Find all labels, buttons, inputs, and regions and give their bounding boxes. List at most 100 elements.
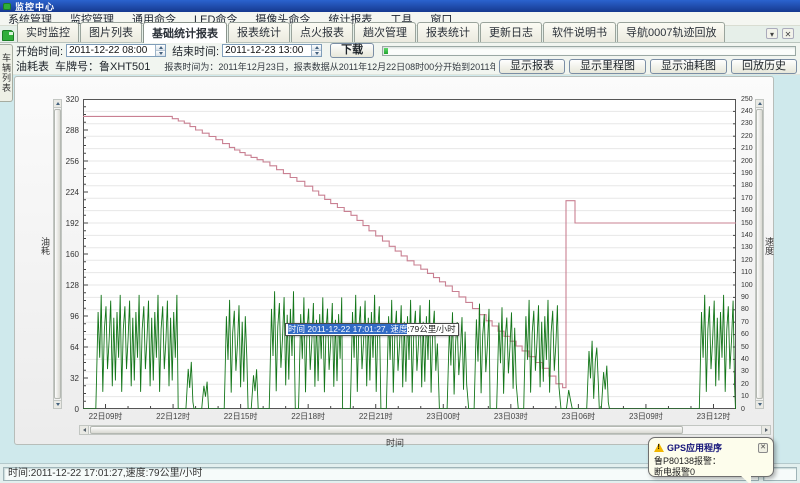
left-tick-label: 96 xyxy=(70,312,79,321)
tab-close-button[interactable]: ✕ xyxy=(782,28,794,39)
right-tick-label: 250 xyxy=(741,96,753,103)
tab-8[interactable]: 软件说明书 xyxy=(543,22,616,42)
left-tick-label: 192 xyxy=(66,219,79,228)
status-text: 时间:2011-12-22 17:01:27,速度:79公里/小时 xyxy=(3,467,759,481)
alarm-line-1: 鲁P80138报警： xyxy=(654,456,768,467)
left-tick-label: 224 xyxy=(66,188,79,197)
tab-7[interactable]: 更新日志 xyxy=(480,22,542,42)
x-tick-label: 23日03时 xyxy=(494,411,528,422)
report-button-3[interactable]: 回放历史 xyxy=(731,59,797,74)
right-tick-label: 150 xyxy=(741,220,753,227)
tab-6[interactable]: 报表统计 xyxy=(417,22,479,42)
chevron-down-icon[interactable] xyxy=(156,50,165,56)
right-axis-title: 速度 xyxy=(763,237,776,255)
right-tick-label: 100 xyxy=(741,282,753,289)
left-tick-label: 128 xyxy=(66,281,79,290)
left-tick-label: 0 xyxy=(75,405,79,414)
start-time-input[interactable] xyxy=(67,45,155,56)
tooltip-highlight-text: 时间 2011-12-22 17:01:27, 速度 xyxy=(288,324,407,334)
x-tick-label: 22日18时 xyxy=(291,411,325,422)
x-tick-label: 23日06时 xyxy=(561,411,595,422)
chevron-down-icon[interactable] xyxy=(312,50,321,56)
scrollbar-thumb[interactable] xyxy=(54,109,61,399)
right-tick-label: 140 xyxy=(741,232,753,239)
tab-9[interactable]: 导航0007轨迹回放 xyxy=(617,22,725,42)
right-tick-label: 0 xyxy=(741,406,745,413)
start-time-label: 开始时间: xyxy=(16,43,63,59)
x-tick-label: 22日09时 xyxy=(89,411,123,422)
time-scrollbar[interactable] xyxy=(79,425,771,435)
tab-scroll-button[interactable]: ▾ xyxy=(766,28,778,39)
right-tick-label: 10 xyxy=(741,393,749,400)
right-tick-label: 90 xyxy=(741,294,749,301)
right-tick-label: 170 xyxy=(741,195,753,202)
report-button-1[interactable]: 显示里程图 xyxy=(569,59,646,74)
x-tick-label: 23日12时 xyxy=(697,411,731,422)
balloon-title: GPS应用程序 xyxy=(667,441,755,454)
vehicle-icon xyxy=(2,30,14,41)
progress-fill xyxy=(384,48,388,54)
report-type-label: 油耗表 xyxy=(16,58,49,74)
x-tick-label: 23日09时 xyxy=(629,411,663,422)
end-time-spinner xyxy=(311,45,321,56)
right-tick-label: 190 xyxy=(741,170,753,177)
tabs: 实时监控图片列表基础统计报表报表统计点火报表趟次管理报表统计更新日志软件说明书导… xyxy=(17,21,726,42)
left-axis-title: 油耗 xyxy=(39,237,52,255)
balloon-header: GPS应用程序 ✕ xyxy=(654,441,768,454)
tab-1[interactable]: 图片列表 xyxy=(80,22,142,42)
scrollbar-thumb[interactable] xyxy=(756,109,763,399)
tab-2[interactable]: 基础统计报表 xyxy=(143,22,227,43)
tab-strip: 实时监控图片列表基础统计报表报表统计点火报表趟次管理报表统计更新日志软件说明书导… xyxy=(0,26,800,43)
chart-svg xyxy=(83,99,736,409)
right-tick-label: 180 xyxy=(741,182,753,189)
right-tick-label: 50 xyxy=(741,344,749,351)
right-tick-label: 130 xyxy=(741,244,753,251)
chevron-down-icon[interactable] xyxy=(756,400,763,408)
chevron-right-icon[interactable] xyxy=(761,426,770,434)
report-button-2[interactable]: 显示油耗图 xyxy=(650,59,727,74)
query-toolbar: 开始时间: 结束时间: 下载 xyxy=(0,43,800,58)
x-tick-label: 22日21时 xyxy=(359,411,393,422)
chevron-up-icon[interactable] xyxy=(756,100,763,108)
end-time-picker xyxy=(222,44,322,57)
gps-alert-balloon: GPS应用程序 ✕ 鲁P80138报警： 断电报警0 xyxy=(648,437,774,477)
tab-4[interactable]: 点火报表 xyxy=(291,22,353,42)
report-toolbar: 油耗表 车牌号：鲁XHT501 报表时间为：2011年12月23日，报表数据从2… xyxy=(0,58,800,75)
left-tick-label: 64 xyxy=(70,343,79,352)
end-time-input[interactable] xyxy=(223,45,311,56)
x-tick-label: 23日00时 xyxy=(426,411,460,422)
tab-5[interactable]: 趟次管理 xyxy=(354,22,416,42)
left-tick-label: 160 xyxy=(66,250,79,259)
right-tick-label: 80 xyxy=(741,306,749,313)
download-button[interactable]: 下载 xyxy=(330,43,374,58)
chart-plot-area[interactable] xyxy=(83,99,736,409)
right-tick-label: 160 xyxy=(741,207,753,214)
right-axis-scrollbar[interactable] xyxy=(755,99,764,409)
left-axis-ticks: 0326496128160192224256288320 xyxy=(61,99,81,409)
right-tick-label: 30 xyxy=(741,368,749,375)
left-tick-label: 288 xyxy=(66,126,79,135)
report-summary: 报表时间为：2011年12月23日，报表数据从2011年12月22日08时00分… xyxy=(164,60,495,73)
left-tick-label: 256 xyxy=(66,157,79,166)
chevron-up-icon[interactable] xyxy=(54,100,61,108)
sidebar-tab-vehicle-list[interactable]: 车辆列表 xyxy=(0,44,13,102)
report-buttons: 显示报表显示里程图显示油耗图回放历史 xyxy=(499,59,797,74)
right-tick-label: 20 xyxy=(741,381,749,388)
right-tick-label: 70 xyxy=(741,319,749,326)
left-tick-label: 32 xyxy=(70,374,79,383)
chevron-left-icon[interactable] xyxy=(80,426,89,434)
end-time-label: 结束时间: xyxy=(172,43,219,59)
warning-icon xyxy=(654,443,664,452)
tab-0[interactable]: 实时监控 xyxy=(17,22,79,42)
right-tick-label: 110 xyxy=(741,269,752,276)
right-tick-label: 120 xyxy=(741,257,753,264)
download-progress-bar xyxy=(382,46,796,56)
x-axis-ticks: 22日09时22日12时22日15时22日18时22日21时23日00时23日0… xyxy=(83,411,736,421)
chevron-down-icon[interactable] xyxy=(54,400,61,408)
scrollbar-thumb[interactable] xyxy=(90,426,683,434)
report-button-0[interactable]: 显示报表 xyxy=(499,59,565,74)
close-icon[interactable]: ✕ xyxy=(758,443,768,453)
alarm-line-2: 断电报警0 xyxy=(654,467,768,478)
tab-3[interactable]: 报表统计 xyxy=(228,22,290,42)
start-time-spinner xyxy=(155,45,165,56)
